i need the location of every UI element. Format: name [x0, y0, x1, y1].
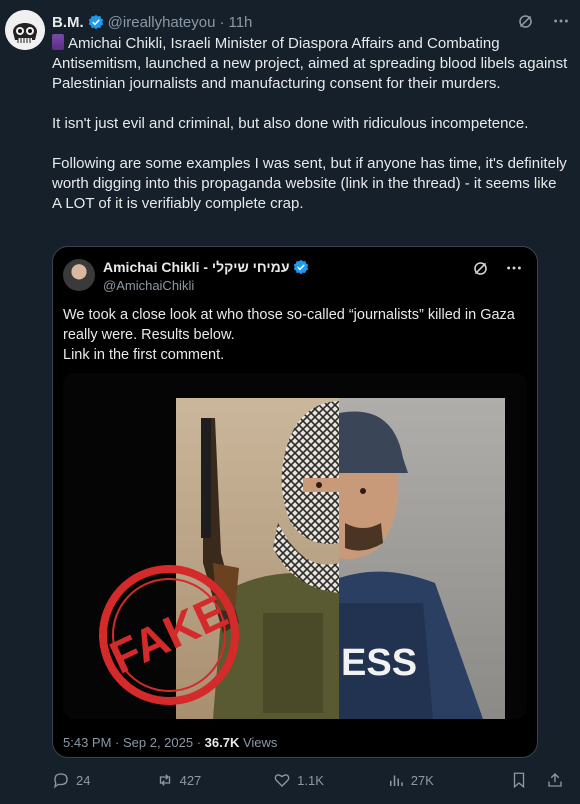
share-icon — [548, 773, 562, 787]
reply-count: 24 — [76, 772, 91, 788]
skull-avatar-icon — [5, 10, 45, 50]
quoted-image[interactable]: ESS FAKE — [63, 373, 527, 719]
quoted-meta: 5:43 PM · Sep 2, 2025 · 36.7K Views — [63, 735, 277, 750]
quoted-tweet-text: We took a close look at who those so-cal… — [63, 305, 523, 365]
tweet-paragraph-1-text: Amichai Chikli, Israeli Minister of Dias… — [52, 35, 568, 92]
quoted-more-options-icon[interactable] — [505, 259, 523, 277]
fake-journalist-illustration: ESS FAKE — [63, 373, 527, 719]
reply-icon — [53, 773, 68, 789]
repost-count: 427 — [179, 772, 202, 788]
tweet-paragraph-3: Following are some examples I was sent, … — [52, 155, 567, 212]
quoted-author-avatar[interactable] — [63, 259, 95, 291]
quoted-timestamp[interactable]: 5:43 PM · Sep 2, 2025 — [63, 735, 193, 750]
heart-icon — [274, 774, 290, 787]
quoted-author-handle[interactable]: @AmichaiChikli — [103, 278, 194, 293]
share-button[interactable] — [546, 771, 570, 789]
like-count: 1.1K — [297, 772, 324, 788]
quoted-author-name[interactable]: עמיחי שיקלי - Amichai Chikli — [103, 259, 289, 275]
quoted-tweet[interactable]: עמיחי שיקלי - Amichai Chikli @AmichaiChi… — [52, 246, 538, 758]
quoted-views-label: Views — [239, 735, 278, 750]
bookmark-button[interactable] — [510, 771, 546, 789]
author-name[interactable]: B.M. — [52, 14, 84, 31]
repost-button[interactable]: 427 — [156, 771, 274, 789]
tweet-paragraph-2: It isn't just evil and criminal, but als… — [52, 115, 529, 132]
tweet-actions: 24 427 1.1K 27K — [52, 770, 570, 790]
verified-badge-icon — [88, 14, 104, 30]
more-options-icon[interactable] — [552, 12, 570, 30]
grok-icon[interactable] — [516, 12, 534, 30]
separator-dot: · — [219, 13, 225, 31]
quoted-verified-badge-icon — [293, 259, 309, 275]
tweet-time[interactable]: 11h — [228, 14, 252, 31]
bookmark-icon — [514, 772, 525, 789]
author-avatar[interactable] — [5, 10, 45, 50]
quoted-text-line-2: Link in the first comment. — [63, 347, 225, 363]
tweet-body: Amichai Chikli, Israeli Minister of Dias… — [52, 34, 568, 234]
reply-button[interactable]: 24 — [52, 771, 156, 789]
quoted-grok-icon[interactable] — [471, 259, 489, 277]
like-button[interactable]: 1.1K — [273, 771, 387, 789]
author-handle[interactable]: @ireallyhateyou — [108, 14, 216, 31]
analytics-icon — [389, 775, 403, 786]
quoted-views-count: 36.7K — [204, 735, 240, 750]
meta-separator: · — [193, 735, 205, 750]
views-button[interactable]: 27K — [387, 771, 511, 789]
tweet-paragraph-1: Amichai Chikli, Israeli Minister of Dias… — [52, 34, 568, 94]
quoted-author-name-row: עמיחי שיקלי - Amichai Chikli — [103, 259, 313, 275]
quoted-text-line-1: We took a close look at who those so-cal… — [63, 307, 515, 343]
repost-icon — [159, 774, 170, 786]
vest-text: ESS — [341, 642, 417, 684]
tweet-header: B.M. @ireallyhateyou · 11h — [52, 12, 570, 32]
thread-spool-icon — [52, 34, 64, 50]
views-count: 27K — [410, 772, 434, 788]
